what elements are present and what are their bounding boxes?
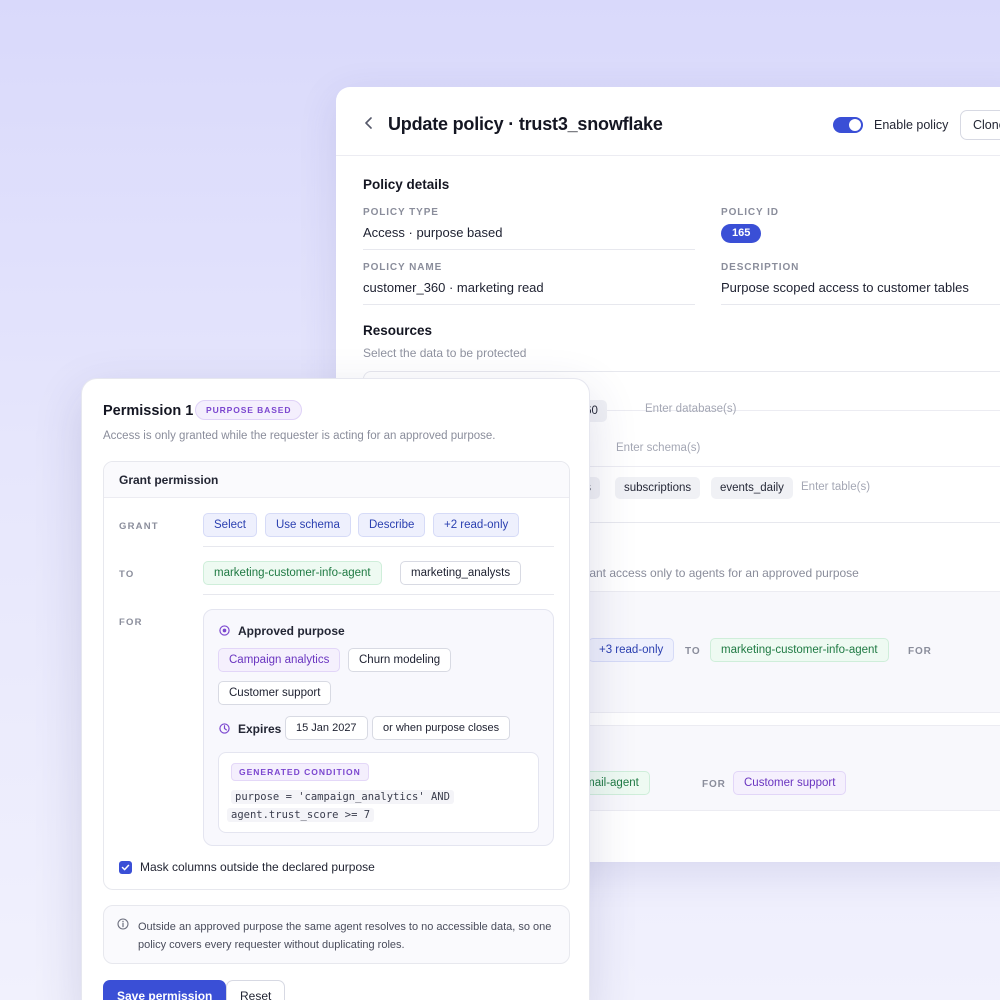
- grant-describe-chip[interactable]: Describe: [358, 513, 426, 537]
- policy-id-badge: 165: [721, 224, 762, 243]
- divider: [203, 594, 554, 595]
- target-icon: [219, 625, 230, 636]
- description-field[interactable]: Purpose scoped access to customer tables: [721, 280, 1000, 305]
- info-note: Outside an approved purpose the same age…: [103, 905, 570, 964]
- condition-code-line: purpose = 'campaign_analytics' AND: [231, 790, 454, 804]
- permissions-subtitle: Grant access only to agents for an appro…: [576, 566, 859, 580]
- grant-more-chip[interactable]: +2 read-only: [433, 513, 520, 537]
- enable-policy-toggle[interactable]: [833, 117, 863, 133]
- grant-permission-box: Grant permission GRANT Select Use schema…: [103, 461, 570, 890]
- approved-purpose-label: Approved purpose: [238, 624, 345, 638]
- table-chip[interactable]: events_daily: [711, 477, 793, 499]
- approved-purpose-box: Approved purpose Campaign analytics Chur…: [203, 609, 554, 846]
- save-permission-button[interactable]: Save permission: [103, 980, 227, 1000]
- table-placeholder[interactable]: Enter table(s): [801, 481, 870, 493]
- purpose-chip[interactable]: Campaign analytics: [218, 648, 341, 672]
- policy-details-title: Policy details: [363, 177, 450, 192]
- to-keyword: TO: [685, 646, 701, 657]
- purpose-based-badge: PURPOSE BASED: [195, 400, 303, 420]
- info-text: Outside an approved purpose the same age…: [138, 921, 552, 951]
- policy-type-value[interactable]: Access · purpose based: [363, 225, 695, 250]
- divider: [203, 546, 554, 547]
- mask-columns-label: Mask columns outside the declared purpos…: [140, 860, 375, 874]
- database-placeholder[interactable]: Enter database(s): [645, 403, 736, 415]
- agent-chip[interactable]: marketing-customer-info-agent: [710, 638, 889, 662]
- reset-button[interactable]: Reset: [226, 980, 286, 1000]
- resources-title: Resources: [363, 323, 433, 338]
- policy-name-label: POLICY NAME: [363, 262, 443, 273]
- policy-type-label: POLICY TYPE: [363, 207, 439, 218]
- to-label: TO: [119, 569, 135, 580]
- for-keyword: FOR: [702, 779, 726, 790]
- purpose-chip[interactable]: Customer support: [218, 681, 332, 705]
- permission-subtitle: Access is only granted while the request…: [103, 430, 496, 442]
- grant-chip[interactable]: +3 read-only: [588, 638, 675, 662]
- group-chip[interactable]: marketing_analysts: [400, 561, 522, 585]
- table-chip[interactable]: subscriptions: [615, 477, 701, 499]
- purpose-chip[interactable]: Customer support: [733, 771, 847, 795]
- schema-placeholder[interactable]: Enter schema(s): [616, 442, 700, 454]
- purpose-chip[interactable]: Churn modeling: [348, 648, 452, 672]
- clock-icon: [219, 723, 230, 734]
- grant-label: GRANT: [119, 521, 159, 532]
- for-keyword: FOR: [908, 646, 932, 657]
- clone-button[interactable]: Clone: [960, 110, 1000, 140]
- permission-card: Permission 1 PURPOSE BASED Access is onl…: [81, 378, 590, 1000]
- mask-columns-checkbox[interactable]: [119, 861, 132, 874]
- expires-label: Expires: [238, 722, 282, 736]
- grant-use-schema-chip[interactable]: Use schema: [265, 513, 351, 537]
- for-label: FOR: [119, 617, 143, 628]
- policy-header: Update policy · trust3_snowflake Enable …: [336, 87, 1000, 156]
- agent-chip[interactable]: marketing-customer-info-agent: [203, 561, 382, 585]
- policy-name-field[interactable]: customer_360 · marketing read: [363, 280, 695, 305]
- resources-subtitle: Select the data to be protected: [363, 346, 527, 360]
- condition-code-line: agent.trust_score >= 7: [227, 808, 375, 822]
- description-label: DESCRIPTION: [721, 262, 800, 273]
- enable-policy-label: Enable policy: [874, 118, 949, 132]
- expiry-date-chip[interactable]: 15 Jan 2027: [285, 716, 368, 740]
- expiry-alt-chip[interactable]: or when purpose closes: [372, 716, 511, 740]
- check-icon: [121, 864, 130, 871]
- grant-permission-header: Grant permission: [104, 462, 569, 498]
- grant-select-chip[interactable]: Select: [203, 513, 257, 537]
- page-title: Update policy · trust3_snowflake: [388, 114, 663, 134]
- info-icon: [117, 918, 129, 930]
- policy-id-label: POLICY ID: [721, 207, 779, 218]
- permission-title: Permission 1: [103, 403, 194, 419]
- generated-condition-label: GENERATED CONDITION: [231, 763, 369, 781]
- chevron-left-icon[interactable]: [364, 117, 374, 129]
- generated-condition-box: GENERATED CONDITION purpose = 'campaign_…: [218, 752, 539, 833]
